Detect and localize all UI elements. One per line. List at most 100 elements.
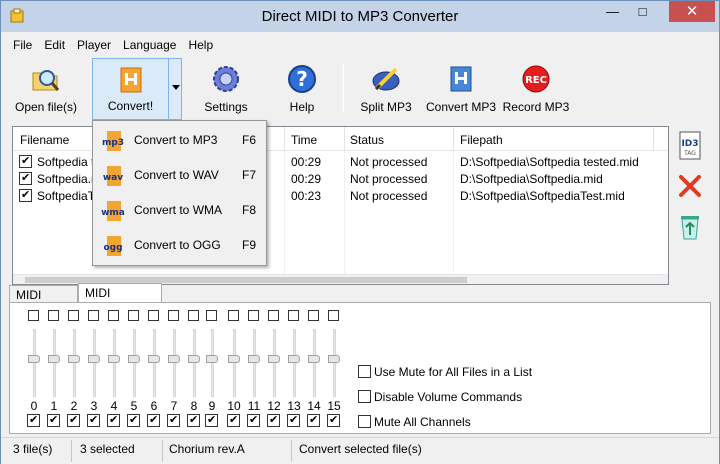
volume-slider-thumb[interactable] [168, 355, 180, 363]
channel-mute-checkbox[interactable] [148, 310, 159, 321]
maximize-button[interactable]: □ [629, 1, 656, 22]
channel-enable-checkbox[interactable] [267, 413, 280, 427]
settings-button[interactable]: Settings [190, 58, 262, 120]
menu-edit[interactable]: Edit [37, 35, 70, 55]
row-checkbox[interactable] [19, 154, 32, 168]
channel-enable-checkbox[interactable] [127, 413, 140, 427]
channel-strip: 10 [226, 303, 246, 435]
option-checkbox[interactable] [358, 390, 371, 403]
volume-slider-thumb[interactable] [88, 355, 100, 363]
channel-enable-checkbox[interactable] [87, 413, 100, 427]
row-checkbox[interactable] [19, 188, 32, 202]
channel-enable-checkbox[interactable] [147, 413, 160, 427]
delete-icon [679, 175, 701, 197]
channel-mute-checkbox[interactable] [108, 310, 119, 321]
wav-format-icon: wav [103, 166, 123, 186]
menu-item-convert-mp3[interactable]: mp3 Convert to MP3 F6 [95, 123, 264, 157]
help-button[interactable]: ? Help [268, 58, 336, 120]
app-window: Direct MIDI to MP3 Converter — □ ✕ File … [0, 0, 720, 464]
channel-mute-checkbox[interactable] [288, 310, 299, 321]
split-mp3-label: Split MP3 [360, 100, 412, 114]
channel-mute-checkbox[interactable] [88, 310, 99, 321]
recycle-button[interactable] [673, 209, 707, 243]
volume-slider-thumb[interactable] [206, 355, 218, 363]
tab-midi-channels[interactable]: MIDI Channels [78, 283, 162, 314]
volume-track [93, 329, 96, 397]
record-mp3-button[interactable]: REC Record MP3 [502, 58, 570, 120]
channel-enable-checkbox[interactable] [167, 413, 180, 427]
id3-tag-button[interactable]: ID3 TAG [673, 129, 707, 163]
remove-button[interactable] [673, 169, 707, 203]
column-filename[interactable]: Filename [20, 133, 69, 147]
channel-strip: 11 [246, 303, 266, 435]
channel-mute-checkbox[interactable] [128, 310, 139, 321]
format-badge: mp3 [102, 138, 124, 148]
volume-slider-thumb[interactable] [328, 355, 340, 363]
split-icon [372, 67, 400, 91]
tab-midi-player[interactable]: MIDI Player [9, 285, 78, 316]
channel-mute-checkbox[interactable] [268, 310, 279, 321]
menu-language[interactable]: Language [116, 35, 181, 55]
convert-label: Convert! [107, 99, 154, 113]
volume-track [33, 329, 36, 397]
open-files-button[interactable]: Open file(s) [8, 58, 84, 120]
row-checkbox[interactable] [19, 171, 32, 185]
channel-enable-checkbox[interactable] [327, 413, 340, 427]
close-button[interactable]: ✕ [669, 1, 715, 22]
channel-strip: 3 [86, 303, 106, 435]
column-filepath[interactable]: Filepath [460, 133, 503, 147]
channel-enable-checkbox[interactable] [187, 413, 200, 427]
option-checkbox[interactable] [358, 415, 371, 428]
channel-mute-checkbox[interactable] [206, 310, 217, 321]
volume-slider-thumb[interactable] [108, 355, 120, 363]
volume-slider-thumb[interactable] [248, 355, 260, 363]
menu-item-convert-wav[interactable]: wav Convert to WAV F7 [95, 158, 264, 192]
wma-format-icon: wma [101, 201, 125, 221]
volume-slider-thumb[interactable] [68, 355, 80, 363]
channel-mute-checkbox[interactable] [188, 310, 199, 321]
channel-enable-checkbox[interactable] [307, 413, 320, 427]
volume-slider-thumb[interactable] [288, 355, 300, 363]
volume-slider-thumb[interactable] [148, 355, 160, 363]
convert-dropdown-arrow[interactable] [168, 58, 182, 120]
volume-slider-thumb[interactable] [28, 355, 40, 363]
volume-slider-thumb[interactable] [308, 355, 320, 363]
channel-enable-checkbox[interactable] [107, 413, 120, 427]
channel-mute-checkbox[interactable] [228, 310, 239, 321]
open-folder-search-icon [32, 70, 60, 91]
channel-enable-checkbox[interactable] [47, 413, 60, 427]
channel-mute-checkbox[interactable] [168, 310, 179, 321]
channel-mute-checkbox[interactable] [308, 310, 319, 321]
channel-enable-checkbox[interactable] [205, 413, 218, 427]
volume-slider-thumb[interactable] [188, 355, 200, 363]
volume-slider-thumb[interactable] [128, 355, 140, 363]
menu-item-convert-wma[interactable]: wma Convert to WMA F8 [95, 193, 264, 227]
menu-file[interactable]: File [7, 35, 37, 55]
menu-help[interactable]: Help [181, 35, 218, 55]
channel-enable-checkbox[interactable] [287, 413, 300, 427]
channel-mute-checkbox[interactable] [68, 310, 79, 321]
channel-mute-checkbox[interactable] [28, 310, 39, 321]
option-checkbox[interactable] [358, 365, 371, 378]
channel-enable-checkbox[interactable] [67, 413, 80, 427]
volume-slider-thumb[interactable] [48, 355, 60, 363]
channel-mute-checkbox[interactable] [48, 310, 59, 321]
column-time[interactable]: Time [291, 133, 317, 147]
channel-enable-checkbox[interactable] [27, 413, 40, 427]
channel-enable-checkbox[interactable] [247, 413, 260, 427]
channel-number: 4 [110, 399, 118, 413]
menu-item-convert-ogg[interactable]: ogg Convert to OGG F9 [95, 228, 264, 262]
convert-button[interactable]: Convert! [92, 58, 169, 120]
minimize-button[interactable]: — [599, 1, 626, 22]
menu-player[interactable]: Player [70, 35, 116, 55]
title-bar[interactable]: Direct MIDI to MP3 Converter — □ ✕ [1, 1, 719, 32]
convert-mp3-button[interactable]: Convert MP3 [426, 58, 496, 120]
volume-slider-thumb[interactable] [228, 355, 240, 363]
channel-mute-checkbox[interactable] [248, 310, 259, 321]
volume-track [53, 329, 56, 397]
channel-mute-checkbox[interactable] [328, 310, 339, 321]
column-status[interactable]: Status [350, 133, 384, 147]
volume-slider-thumb[interactable] [268, 355, 280, 363]
channel-enable-checkbox[interactable] [227, 413, 240, 427]
split-mp3-button[interactable]: Split MP3 [354, 58, 418, 120]
